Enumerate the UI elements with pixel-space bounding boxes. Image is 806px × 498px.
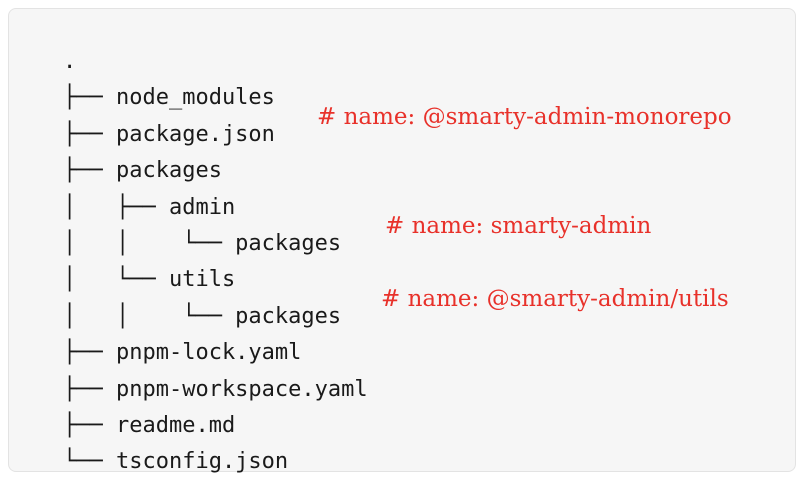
tree-comment: # name: @smarty-admin/utils	[381, 285, 729, 312]
tree-line-admin-packages: │ │ └── packages # name: smarty-admin	[39, 208, 651, 256]
tree-line-pnpm-lock: ├── pnpm-lock.yaml	[39, 317, 368, 365]
tree-line-utils-packages: │ │ └── packages # name: @smarty-admin/u…	[39, 281, 729, 329]
tree-comment: # name: smarty-admin	[385, 212, 652, 239]
tree-line-admin: │ ├── admin	[39, 172, 368, 220]
tree-line-root: .	[39, 26, 368, 74]
tree-line-readme: ├── readme.md	[39, 390, 368, 438]
tree-comment: # name: @smarty-admin-monorepo	[317, 103, 732, 130]
tree-line-tsconfig: └── tsconfig.json	[39, 426, 368, 474]
tree-line-node-modules: ├── node_modules	[39, 62, 368, 110]
tree-line-package-json: ├── package.json # name: @smarty-admin-m…	[39, 99, 732, 147]
tree-line-utils: │ └── utils	[39, 244, 368, 292]
tree-line-packages: ├── packages	[39, 135, 368, 183]
tree-line-pnpm-workspace: ├── pnpm-workspace.yaml	[39, 354, 368, 402]
tree-text: └── tsconfig.json	[63, 449, 289, 475]
code-block: . ├── node_modules ├── package.json # na…	[8, 8, 796, 474]
directory-tree: . ├── node_modules ├── package.json # na…	[39, 26, 732, 474]
